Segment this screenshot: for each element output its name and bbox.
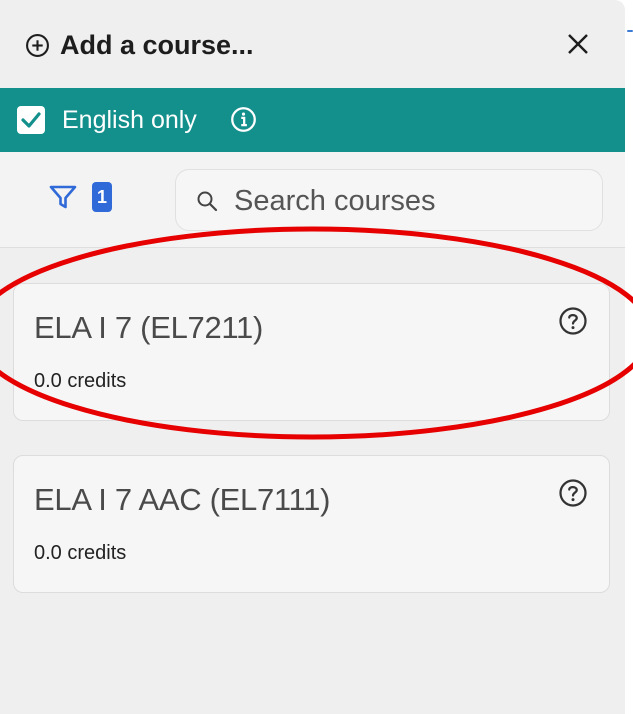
checkmark-icon bbox=[21, 112, 41, 128]
question-circle-icon[interactable] bbox=[558, 306, 588, 336]
course-name: ELA I 7 (EL7211) bbox=[34, 310, 264, 345]
filter-count-badge: 1 bbox=[92, 182, 112, 212]
panel-header: Add a course... bbox=[0, 0, 625, 88]
question-circle-icon[interactable] bbox=[558, 478, 588, 508]
search-input[interactable] bbox=[234, 180, 584, 222]
filter-search-row: 1 bbox=[0, 152, 625, 248]
search-icon bbox=[197, 191, 218, 212]
english-only-bar: English only bbox=[0, 88, 625, 152]
panel-edge bbox=[625, 0, 633, 714]
english-only-checkbox[interactable] bbox=[17, 106, 45, 134]
course-name: ELA I 7 AAC (EL7111) bbox=[34, 482, 331, 517]
course-card[interactable]: ELA I 7 AAC (EL7111) 0.0 credits bbox=[13, 455, 610, 593]
course-card[interactable]: ELA I 7 (EL7211) 0.0 credits bbox=[13, 283, 610, 421]
english-only-label[interactable]: English only bbox=[62, 102, 197, 138]
info-icon[interactable] bbox=[230, 106, 257, 133]
add-course-panel: Add a course... English only 1 Search co… bbox=[0, 0, 625, 714]
close-icon bbox=[568, 34, 588, 54]
filter-button[interactable]: 1 bbox=[48, 180, 123, 216]
course-credits: 0.0 credits bbox=[34, 370, 127, 392]
close-button[interactable] bbox=[562, 28, 594, 60]
search-box[interactable] bbox=[175, 169, 603, 231]
plus-circle-icon bbox=[26, 34, 49, 57]
panel-title: Add a course... bbox=[60, 30, 254, 60]
funnel-icon bbox=[49, 185, 77, 209]
course-credits: 0.0 credits bbox=[34, 542, 127, 564]
